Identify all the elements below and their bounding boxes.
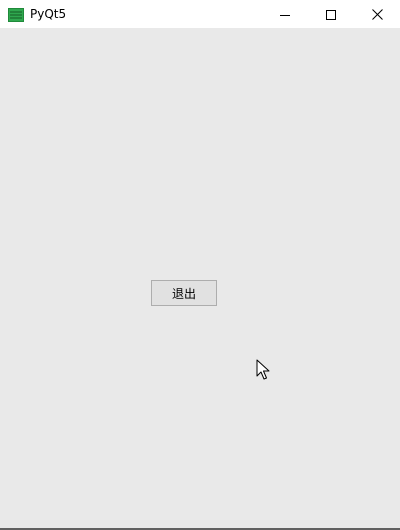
- close-button[interactable]: [354, 0, 400, 28]
- title-bar[interactable]: PyQt5: [0, 0, 400, 28]
- minimize-button[interactable]: [262, 0, 308, 28]
- exit-button[interactable]: 退出: [151, 280, 217, 306]
- mouse-pointer-icon: [256, 359, 270, 381]
- app-window: PyQt5 退出: [0, 0, 400, 530]
- client-area: 退出: [0, 28, 400, 528]
- maximize-button[interactable]: [308, 0, 354, 28]
- window-title: PyQt5: [30, 7, 67, 21]
- pyqt-app-icon: [8, 7, 24, 22]
- close-icon: [371, 5, 383, 24]
- minimize-icon: [280, 5, 290, 24]
- maximize-icon: [326, 5, 336, 24]
